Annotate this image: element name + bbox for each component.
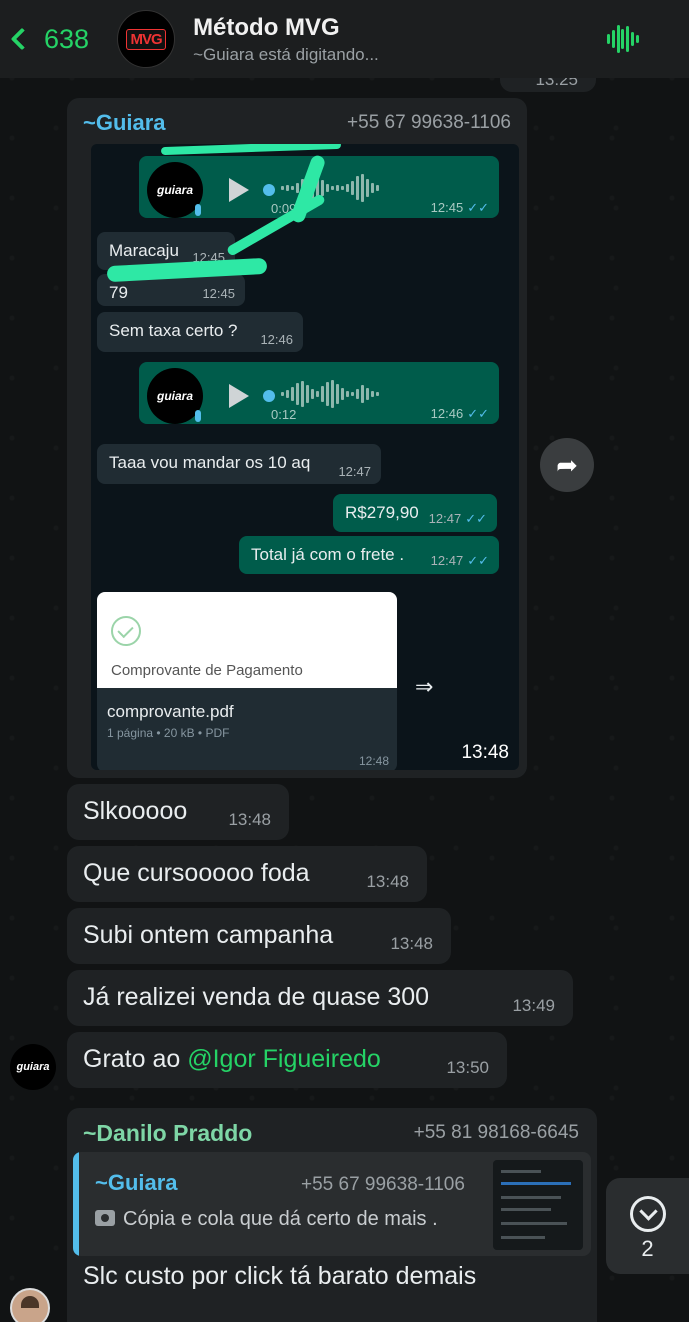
sender-phone: +55 81 98168-6645 [413, 1122, 579, 1143]
outgoing-message: Total já com o frete . 12:47 ✓✓ [239, 536, 499, 574]
audio-duration: 0:12 [271, 407, 297, 422]
typing-status: ~Guiara está digitando... [193, 44, 379, 64]
play-icon [229, 178, 249, 202]
chevron-left-icon [10, 27, 34, 51]
message-time: 13:48 [390, 934, 433, 953]
unread-badge: 2 [641, 1236, 654, 1261]
chat-header: 638 MVG Método MVG ~Guiara está digitand… [0, 0, 689, 78]
image-message[interactable]: ~Guiara +55 67 99638-1106 guiara 0:09 12… [67, 98, 527, 778]
forward-button[interactable]: ➦ [540, 438, 594, 492]
message-text: Já realizei venda de quase 300 [83, 983, 430, 1011]
incoming-message: Taaa vou mandar os 10 aq 12:47 [97, 444, 381, 484]
incoming-message[interactable]: Que cursooooo foda 13:48 [67, 846, 427, 902]
document-filename: comprovante.pdf [107, 702, 234, 721]
progress-dot [263, 184, 275, 196]
document-message: Comprovante de Pagamento comprovante.pdf… [97, 592, 397, 770]
redaction-scribble [160, 144, 342, 156]
sender-name[interactable]: ~Guiara [83, 110, 166, 136]
progress-dot [263, 390, 275, 402]
message-time: 13:48 [228, 810, 271, 829]
waveform [281, 378, 379, 410]
document-meta: 1 página • 20 kB • PDF [107, 726, 230, 740]
forward-icon: ⇒ [415, 674, 434, 699]
message-time: 12:46 ✓✓ [430, 406, 489, 421]
quoted-message[interactable]: ~Guiara +55 67 99638-1106 Cópia e cola q… [73, 1152, 591, 1256]
back-button[interactable]: 638 [10, 23, 90, 55]
message-text: Subi ontem campanha [83, 921, 334, 949]
sender-name[interactable]: ~Danilo Praddo [83, 1120, 252, 1147]
group-logo: MVG [126, 28, 166, 50]
share-arrow-icon: ➦ [556, 449, 578, 480]
quoted-text: Cópia e cola que dá certo de mais . [123, 1208, 438, 1230]
message-text: Slc custo por click tá barato demais [83, 1262, 477, 1290]
group-info[interactable]: Método MVG ~Guiara está digitando... [193, 14, 379, 65]
incoming-message: Sem taxa certo ? 12:46 [97, 312, 303, 352]
preview-title: Comprovante de Pagamento [111, 662, 303, 679]
mic-icon [195, 410, 201, 422]
incoming-message[interactable]: Slkooooo 13:48 [67, 784, 289, 840]
audio-wave-icon[interactable] [607, 24, 639, 54]
scroll-to-bottom-button[interactable]: 2 [606, 1178, 689, 1274]
incoming-message[interactable]: Subi ontem campanha 13:48 [67, 908, 451, 964]
previous-message-stub: 13:25 [500, 70, 596, 92]
message-time: 13:49 [512, 996, 555, 1015]
message-time: 12:45 ✓✓ [430, 200, 489, 215]
chevron-down-icon [630, 1196, 666, 1232]
document-preview: Comprovante de Pagamento [97, 592, 397, 688]
message-time: 12:48 [358, 754, 389, 768]
voice-message: guiara 0:12 12:46 ✓✓ [139, 362, 499, 424]
incoming-message[interactable]: Já realizei venda de quase 300 13:49 [67, 970, 573, 1026]
camera-icon [95, 1210, 115, 1226]
message-time: 13:48 [461, 742, 509, 763]
play-icon [229, 384, 249, 408]
group-title: Método MVG [193, 13, 340, 41]
incoming-message[interactable]: Grato ao @Igor Figueiredo 13:50 [67, 1032, 507, 1088]
reply-message[interactable]: ~Danilo Praddo +55 81 98168-6645 ~Guiara… [67, 1108, 597, 1322]
mention-link[interactable]: @Igor Figueiredo [187, 1045, 381, 1073]
unread-count: 638 [44, 23, 90, 54]
avatar[interactable] [10, 1288, 50, 1322]
quoted-phone: +55 67 99638-1106 [301, 1174, 465, 1195]
sender-phone: +55 67 99638-1106 [347, 112, 511, 133]
message-text: Slkooooo [83, 797, 188, 825]
quoted-sender: ~Guiara [95, 1170, 178, 1195]
message-text: Grato ao @Igor Figueiredo [83, 1045, 381, 1073]
screenshot-image[interactable]: guiara 0:09 12:45 ✓✓ Maracaju 12:45 79 12… [91, 144, 519, 770]
check-icon [111, 616, 141, 646]
mic-icon [195, 204, 201, 216]
group-avatar[interactable]: MVG [117, 10, 176, 68]
message-text: Que cursooooo foda [83, 859, 310, 887]
message-time: 13:50 [446, 1058, 489, 1077]
outgoing-message: R$279,90 12:47 ✓✓ [333, 494, 497, 532]
quote-bar [73, 1152, 79, 1256]
sender-avatar[interactable]: guiara [10, 1044, 56, 1090]
message-time: 13:48 [366, 872, 409, 891]
quoted-thumbnail [493, 1160, 583, 1250]
